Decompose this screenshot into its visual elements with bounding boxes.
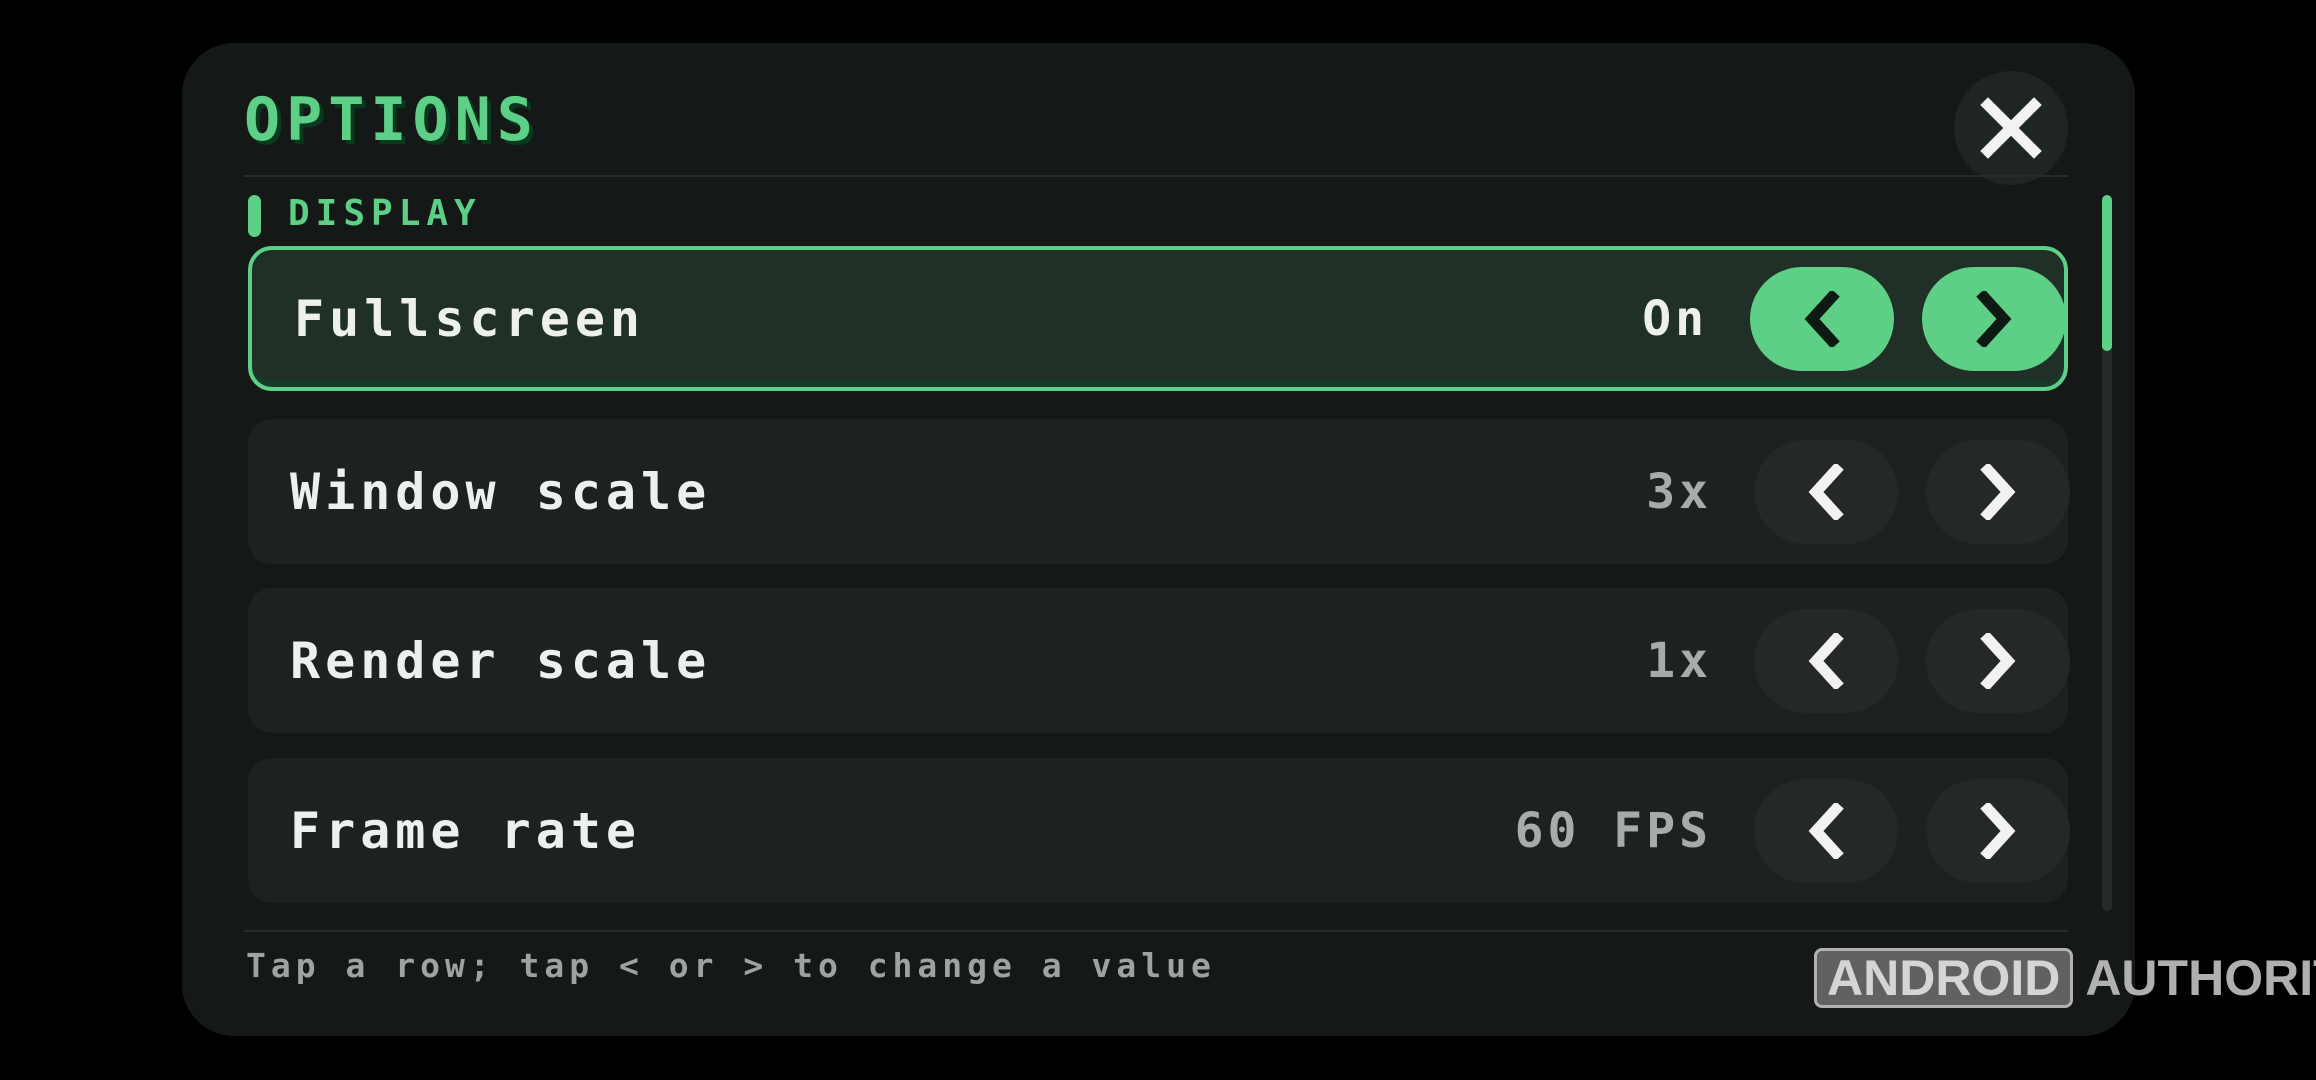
chevron-left-icon	[1804, 290, 1840, 347]
option-value: On	[1642, 290, 1708, 347]
footer-hint: Tap a row; tap < or > to change a value	[246, 946, 1216, 985]
previous-value-button[interactable]	[1750, 266, 1894, 371]
previous-value-button[interactable]	[1754, 608, 1898, 713]
chevron-left-icon	[1808, 463, 1844, 520]
next-value-button[interactable]	[1926, 439, 2070, 544]
option-value: 3x	[1646, 463, 1712, 520]
section-marker	[248, 195, 261, 237]
close-button[interactable]	[1954, 71, 2068, 185]
chevron-left-icon	[1808, 632, 1844, 689]
scrollbar-thumb[interactable]	[2102, 195, 2112, 351]
watermark-logo: ANDROID AUTHORITY	[1814, 948, 2316, 1008]
option-row-frame-rate[interactable]: Frame rate 60 FPS	[248, 758, 2070, 903]
watermark-boxed-text: ANDROID	[1814, 948, 2074, 1008]
footer-divider	[244, 930, 2068, 932]
next-value-button[interactable]	[1926, 778, 2070, 883]
option-row-render-scale[interactable]: Render scale 1x	[248, 588, 2070, 733]
watermark-text: AUTHORITY	[2085, 950, 2316, 1006]
option-label: Frame rate	[290, 801, 642, 860]
option-value: 1x	[1646, 632, 1712, 689]
close-x-icon	[1980, 97, 2042, 159]
header-divider	[244, 175, 2068, 177]
scrollbar-track[interactable]	[2102, 195, 2112, 911]
previous-value-button[interactable]	[1754, 778, 1898, 883]
previous-value-button[interactable]	[1754, 439, 1898, 544]
next-value-button[interactable]	[1926, 608, 2070, 713]
chevron-right-icon	[1980, 632, 2016, 689]
chevron-right-icon	[1980, 463, 2016, 520]
option-value: 60 FPS	[1514, 802, 1712, 859]
option-label: Render scale	[290, 631, 712, 690]
dialog-title: OPTIONS	[244, 85, 539, 155]
options-dialog: OPTIONS DISPLAY Fullscreen On Window sca…	[182, 43, 2135, 1036]
chevron-right-icon	[1976, 290, 2012, 347]
option-row-fullscreen[interactable]: Fullscreen On	[248, 246, 2068, 391]
chevron-right-icon	[1980, 802, 2016, 859]
option-label: Fullscreen	[294, 289, 646, 348]
option-row-window-scale[interactable]: Window scale 3x	[248, 419, 2070, 564]
option-label: Window scale	[290, 462, 712, 521]
next-value-button[interactable]	[1922, 266, 2066, 371]
section-label-display: DISPLAY	[288, 193, 482, 234]
chevron-left-icon	[1808, 802, 1844, 859]
